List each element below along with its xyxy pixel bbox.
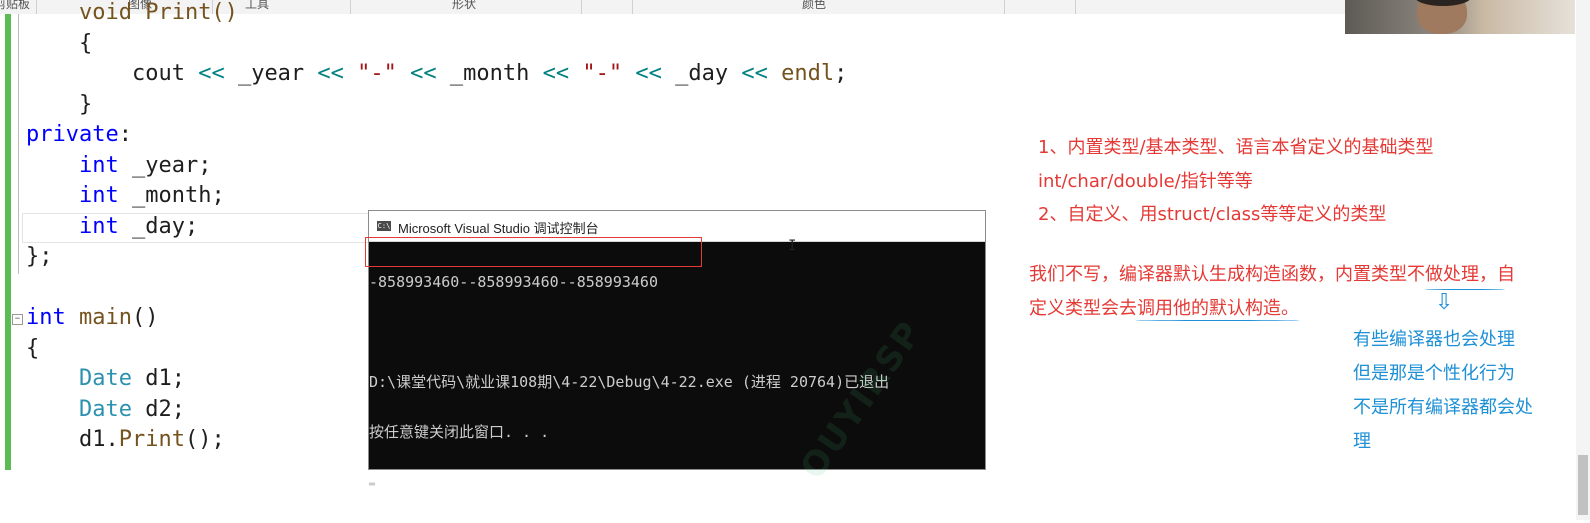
note-compiler-2: 但是那是个性化行为 xyxy=(1353,363,1515,384)
code-token: int xyxy=(78,213,119,239)
underline-mark xyxy=(1135,320,1300,321)
code-line[interactable]: int _year; xyxy=(26,151,847,182)
code-token: int xyxy=(78,183,119,208)
code-token: _day; xyxy=(118,213,199,239)
code-token: (); xyxy=(184,427,225,452)
code-line[interactable]: { xyxy=(26,29,847,60)
code-token: void Print() xyxy=(78,0,238,25)
note-builtin-types: 1、内置类型/基本类型、语言本省定义的基础类型 xyxy=(1038,137,1434,158)
code-token: { xyxy=(26,335,40,361)
note-compiler-3: 不是所有编译器都会处 xyxy=(1353,397,1533,418)
code-token: : xyxy=(118,122,132,147)
note-summary-line1: 我们不写，编译器默认生成构造函数，内置类型不做处理，自 xyxy=(1029,264,1515,285)
note-builtin-examples: int/char/double/指针等等 xyxy=(1038,171,1253,192)
code-token: << xyxy=(635,61,662,86)
arrow-down-icon: ⇩ xyxy=(1435,290,1454,315)
console-output: -858993460--858993460--858993460 D:\课堂代码… xyxy=(369,241,889,523)
code-token: "-" xyxy=(582,61,623,86)
code-token: }; xyxy=(26,244,53,269)
note-compiler-1: 有些编译器也会处理 xyxy=(1353,329,1515,350)
webcam-overlay xyxy=(1345,0,1575,34)
ribbon-divider xyxy=(1004,0,1005,14)
code-token: Date xyxy=(78,396,132,422)
code-token: { xyxy=(78,30,93,56)
code-token: _month; xyxy=(118,183,225,208)
vertical-scrollbar[interactable] xyxy=(1576,0,1590,520)
code-token: _month xyxy=(436,61,543,86)
code-token: int xyxy=(26,305,66,330)
console-app-icon: C:\ xyxy=(377,221,391,231)
code-line[interactable]: } xyxy=(26,90,847,121)
code-token: Print xyxy=(118,427,185,452)
code-token: << xyxy=(542,61,570,86)
text-cursor-icon: I xyxy=(788,238,797,254)
code-token: () xyxy=(131,305,159,330)
code-token: Date xyxy=(78,366,132,391)
code-token: << xyxy=(410,61,437,86)
code-token: d1; xyxy=(131,366,185,391)
code-token: _year; xyxy=(118,152,212,178)
console-line: -858993460--858993460--858993460 xyxy=(369,273,658,291)
code-token: d1. xyxy=(78,427,119,452)
code-token: << xyxy=(317,61,344,86)
console-line: D:\课堂代码\就业课108期\4-22\Debug\4-22.exe (进程 … xyxy=(369,373,890,391)
code-token: private xyxy=(26,122,119,147)
output-highlight-box xyxy=(365,237,702,267)
code-token: endl xyxy=(781,61,835,86)
change-indicator-bar xyxy=(5,14,11,470)
note-compiler-4: 理 xyxy=(1353,431,1371,452)
code-token: int xyxy=(78,152,119,178)
ribbon-divider xyxy=(1075,0,1076,14)
collapse-main-icon[interactable]: − xyxy=(12,314,23,325)
code-token: _year xyxy=(224,61,318,86)
code-token: } xyxy=(78,91,93,117)
code-line[interactable]: private: xyxy=(26,120,847,151)
code-token: d2; xyxy=(131,396,185,422)
code-line[interactable]: cout << _year << "-" << _month << "-" <<… xyxy=(26,59,847,90)
code-token: << xyxy=(741,61,768,86)
outline-guide-line xyxy=(18,14,19,274)
code-token: cout xyxy=(131,61,199,86)
note-summary-line2: 定义类型会去调用他的默认构造。 xyxy=(1029,298,1299,319)
note-custom-types: 2、自定义、用struct/class等等定义的类型 xyxy=(1038,204,1387,225)
code-token: ; xyxy=(834,61,848,86)
code-line[interactable]: int _month; xyxy=(26,181,847,212)
code-token: << xyxy=(198,61,225,86)
console-title: Microsoft Visual Studio 调试控制台 xyxy=(398,221,599,236)
code-token: main xyxy=(79,305,132,330)
scrollbar-thumb[interactable] xyxy=(1578,455,1588,515)
code-line[interactable]: void Print() xyxy=(26,0,847,29)
code-token: _day xyxy=(661,61,742,86)
code-token: "-" xyxy=(357,61,397,86)
